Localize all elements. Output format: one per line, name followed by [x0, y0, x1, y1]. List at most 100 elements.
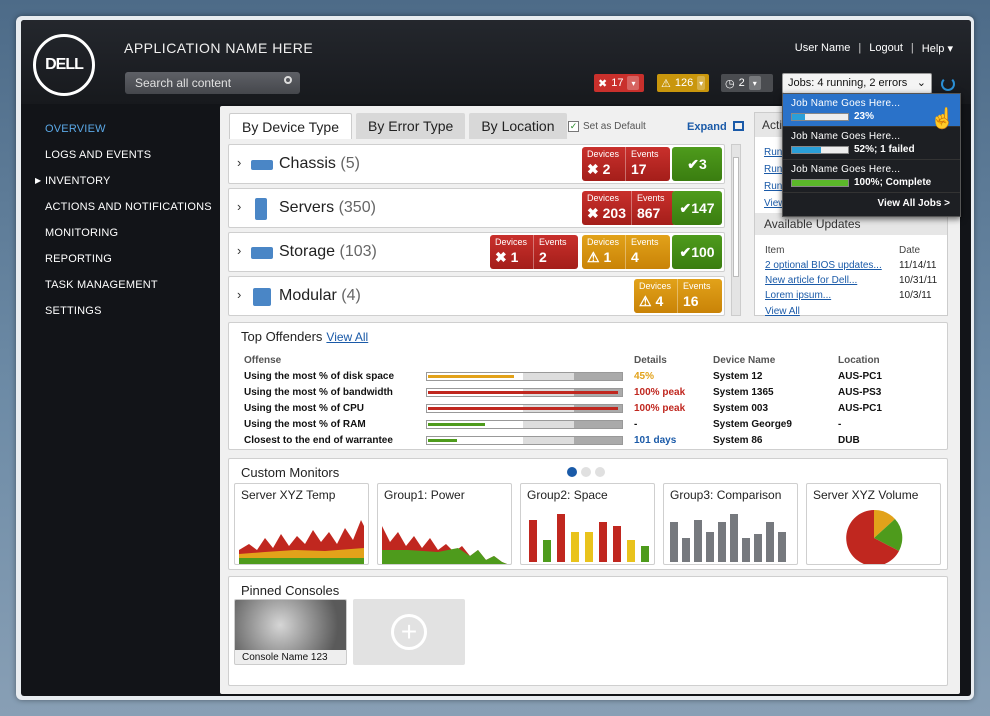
error-icon: ✖	[587, 161, 603, 177]
error-count-button[interactable]: ✖ 17 ▾	[594, 74, 644, 92]
device-list: › Chassis (5) Devices ✖ 2 Events 17 ✔ 3 › …	[228, 144, 725, 316]
monitor-server-volume[interactable]: Server XYZ Volume	[806, 483, 941, 565]
badge-value: 203	[602, 205, 626, 221]
storage-ok-badge[interactable]: ✔ 100	[672, 235, 722, 269]
bar-track-dark	[574, 373, 622, 380]
monitor-group3-comparison[interactable]: Group3: Comparison	[663, 483, 798, 565]
badge-number: ✖ 2	[587, 161, 620, 178]
tab-by-device-type[interactable]: By Device Type	[229, 113, 353, 139]
help-link[interactable]: Help ▾	[922, 42, 953, 55]
update-item-link[interactable]: 2 optional BIOS updates...	[765, 260, 882, 271]
sidebar-item-actions-and-notifications[interactable]: ACTIONS AND NOTIFICATIONS	[45, 201, 212, 213]
badge-devices: Devices ✖ 1	[490, 235, 534, 269]
badge-events: Events 867	[632, 191, 676, 225]
action-link[interactable]: Run	[764, 147, 782, 158]
update-item-link[interactable]: New article for Dell...	[765, 275, 857, 286]
chevron-down-icon[interactable]: ▾	[627, 76, 640, 90]
job-item[interactable]: Job Name Goes Here... 52%; 1 failed	[783, 127, 960, 160]
offense-bar	[426, 388, 623, 397]
pinned-console-tile[interactable]: Console Name 123	[234, 599, 347, 665]
badge-value: 100	[691, 244, 715, 260]
badge-value: 4	[655, 293, 664, 309]
bar-track-dark	[574, 421, 622, 428]
servers-ok-badge[interactable]: ✔ 147	[672, 191, 722, 225]
tab-bar: By Device Type By Error Type By Location	[229, 113, 567, 139]
sidebar-item-inventory[interactable]: INVENTORY	[45, 175, 111, 187]
device-row-storage[interactable]: › Storage (103) Devices ✖ 1 Events 2 Devic…	[228, 232, 725, 272]
chevron-right-icon[interactable]: ›	[237, 287, 241, 302]
storage-error-badge[interactable]: Devices ✖ 1 Events 2	[490, 235, 578, 269]
chassis-error-badge[interactable]: Devices ✖ 2 Events 17	[582, 147, 670, 181]
job-item[interactable]: Job Name Goes Here... 100%; Complete	[783, 160, 960, 193]
action-link[interactable]: Run	[764, 164, 782, 175]
carousel-dot[interactable]	[595, 467, 605, 477]
monitor-group2-space[interactable]: Group2: Space	[520, 483, 655, 565]
set-as-default[interactable]: ✓ Set as Default	[568, 121, 646, 132]
offense-location: -	[838, 419, 842, 430]
expand-link[interactable]: Expand	[687, 121, 744, 133]
chevron-down-icon[interactable]: ▾	[697, 76, 705, 90]
device-row-servers[interactable]: › Servers (350) Devices ✖ 203 Events 867 ✔…	[228, 188, 725, 228]
action-link[interactable]: Run	[764, 181, 782, 192]
comparison-bar	[742, 538, 750, 562]
view-all-jobs-link[interactable]: View All Jobs >	[877, 198, 950, 209]
offense-device: System 86	[713, 435, 763, 446]
set-default-label: Set as Default	[583, 121, 646, 132]
job-count-button[interactable]: ◷ 2 ▾	[721, 74, 773, 92]
device-name-text: Storage	[279, 243, 336, 260]
badge-value: 1	[510, 249, 519, 265]
error-count: 17	[611, 77, 624, 89]
storage-warning-badge[interactable]: Devices ⚠ 1 Events 4	[582, 235, 670, 269]
monitor-title: Group2: Space	[527, 488, 608, 502]
modular-warning-badge[interactable]: Devices ⚠ 4 Events 16	[634, 279, 722, 313]
comparison-bar	[778, 532, 786, 562]
sidebar-item-reporting[interactable]: REPORTING	[45, 253, 112, 265]
sidebar-item-settings[interactable]: SETTINGS	[45, 305, 102, 317]
chevron-down-icon[interactable]: ▾	[748, 76, 761, 90]
user-name-link[interactable]: User Name	[795, 42, 851, 55]
update-date: 11/14/11	[899, 260, 937, 271]
chevron-down-icon: ▾	[947, 43, 953, 55]
monitor-group1-power[interactable]: Group1: Power	[377, 483, 512, 565]
chevron-right-icon[interactable]: ›	[237, 199, 241, 214]
monitor-server-temp[interactable]: Server XYZ Temp	[234, 483, 369, 565]
expand-label: Expand	[687, 121, 727, 133]
monitor-title: Server XYZ Volume	[813, 488, 919, 502]
add-console-button[interactable]: +	[353, 599, 465, 665]
sidebar-item-task-management[interactable]: TASK MANAGEMENT	[45, 279, 158, 291]
warning-count-button[interactable]: ⚠ 126 ▾	[657, 74, 709, 92]
set-default-checkbox[interactable]: ✓	[568, 121, 579, 132]
chevron-right-icon[interactable]: ›	[237, 243, 241, 258]
sidebar-item-monitoring[interactable]: MONITORING	[45, 227, 118, 239]
search-icon[interactable]	[284, 76, 292, 84]
badge-devices: Devices ✖ 2	[582, 147, 626, 181]
sidebar-item-logs-and-events[interactable]: LOGS AND EVENTS	[45, 149, 151, 161]
logout-link[interactable]: Logout	[869, 42, 903, 55]
chevron-right-icon[interactable]: ›	[237, 155, 241, 170]
offense-label: Using the most % of RAM	[244, 419, 366, 430]
scrollbar-thumb[interactable]	[733, 157, 739, 277]
carousel-dot[interactable]	[567, 467, 577, 477]
view-all-updates-link[interactable]: View All	[765, 306, 800, 317]
update-item-link[interactable]: Lorem ipsum...	[765, 290, 831, 301]
sidebar-item-overview[interactable]: OVERVIEW	[45, 123, 106, 135]
warning-icon: ⚠	[661, 77, 671, 90]
chassis-ok-badge[interactable]: ✔ 3	[672, 147, 722, 181]
device-name-text: Chassis	[279, 155, 336, 172]
device-row-chassis[interactable]: › Chassis (5) Devices ✖ 2 Events 17 ✔ 3	[228, 144, 725, 184]
offense-label: Using the most % of CPU	[244, 403, 365, 414]
bar-fill	[428, 391, 618, 394]
col-location: Location	[838, 355, 880, 366]
search-input[interactable]: Search all content	[125, 72, 300, 94]
jobs-select[interactable]: Jobs: 4 running, 2 errors ⌄	[782, 73, 932, 94]
carousel-dot[interactable]	[581, 467, 591, 477]
tab-by-location[interactable]: By Location	[469, 113, 567, 139]
offense-device: System 003	[713, 403, 769, 414]
view-all-offenders-link[interactable]: View All	[326, 330, 368, 344]
tab-by-error-type[interactable]: By Error Type	[356, 113, 466, 139]
device-list-scrollbar[interactable]	[731, 144, 741, 316]
device-row-modular[interactable]: › Modular (4) Devices ⚠ 4 Events 16	[228, 276, 725, 316]
dell-logo[interactable]: DELL	[33, 34, 95, 96]
servers-error-badge[interactable]: Devices ✖ 203 Events 867	[582, 191, 676, 225]
pinned-consoles-panel: Pinned Consoles Console Name 123 +	[228, 576, 948, 686]
